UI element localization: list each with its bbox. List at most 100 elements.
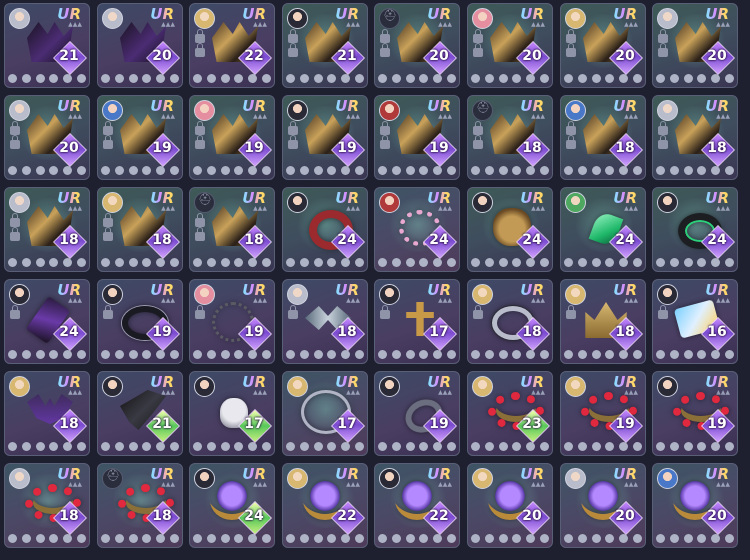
equipment-card[interactable]: UR ▲▲▲ 19	[560, 371, 646, 456]
equipment-card[interactable]: UR ▲▲▲ 19	[374, 371, 460, 456]
equipped-character-avatar	[657, 284, 678, 305]
lock-icon[interactable]	[288, 29, 298, 43]
lock-icon[interactable]	[473, 121, 483, 135]
equipment-card[interactable]: UR ▲▲▲ 22	[189, 3, 275, 88]
lock-icon[interactable]	[473, 43, 483, 57]
equipment-card[interactable]: UR▲▲▲18	[4, 371, 90, 456]
equipment-card[interactable]: UR▲▲▲ 20	[652, 3, 738, 88]
lock-icon[interactable]	[195, 305, 205, 319]
equipment-card[interactable]: UR▲▲▲18	[97, 187, 183, 272]
lock-icon[interactable]	[103, 213, 113, 227]
lock-icon[interactable]	[288, 305, 298, 319]
lock-icon[interactable]	[10, 213, 20, 227]
equipment-card[interactable]: UR▲▲▲18	[467, 95, 553, 180]
lock-icon[interactable]	[658, 305, 668, 319]
lock-icon[interactable]	[566, 135, 576, 149]
lock-icon[interactable]	[658, 43, 668, 57]
substat-icon	[512, 442, 522, 451]
lock-icon[interactable]	[658, 121, 668, 135]
equipment-card[interactable]: UR▲▲▲ 20	[374, 3, 460, 88]
equipment-card[interactable]: UR▲▲▲18	[560, 279, 646, 364]
star-rating: ▲▲▲	[716, 113, 730, 120]
lock-icon[interactable]	[195, 29, 205, 43]
lock-icon[interactable]	[103, 227, 113, 241]
equipment-card[interactable]: UR▲▲▲ 20	[97, 3, 183, 88]
equipment-card[interactable]: UR ▲▲▲ 17	[189, 371, 275, 456]
equipment-card[interactable]: UR ▲▲▲ 21	[97, 371, 183, 456]
equipment-card[interactable]: UR ▲▲▲ 19	[374, 95, 460, 180]
equipment-card[interactable]: UR ▲▲▲ 17	[282, 371, 368, 456]
lock-icon[interactable]	[566, 305, 576, 319]
equipment-card[interactable]: UR ▲▲▲ 24	[467, 187, 553, 272]
lock-icon[interactable]	[380, 135, 390, 149]
equipment-card[interactable]: UR ▲▲▲ 16	[652, 279, 738, 364]
lock-icon[interactable]	[658, 135, 668, 149]
lock-icon[interactable]	[473, 305, 483, 319]
equipment-card[interactable]: UR▲▲▲ 20	[467, 463, 553, 548]
equipment-card[interactable]: UR ▲▲▲ 19	[189, 279, 275, 364]
equipment-card[interactable]: UR▲▲▲ 20	[560, 3, 646, 88]
equipment-card[interactable]: UR▲▲▲ 20	[467, 3, 553, 88]
lock-icon[interactable]	[380, 43, 390, 57]
equipment-card[interactable]: UR ▲▲▲ 19	[652, 371, 738, 456]
lock-icon[interactable]	[103, 305, 113, 319]
equipment-card[interactable]: UR ▲▲▲ 19	[97, 95, 183, 180]
equipment-card[interactable]: UR ▲▲▲ 22	[282, 463, 368, 548]
equipment-card[interactable]: UR ▲▲▲ 24	[189, 463, 275, 548]
substat-icon	[8, 442, 17, 451]
equipment-card[interactable]: UR▲▲▲18	[560, 95, 646, 180]
lock-icon[interactable]	[195, 135, 205, 149]
lock-icon[interactable]	[566, 121, 576, 135]
equipment-card[interactable]: UR ▲▲▲ 19	[189, 95, 275, 180]
lock-icon[interactable]	[195, 213, 205, 227]
equipment-card[interactable]: UR ▲▲▲ 19	[282, 95, 368, 180]
equipment-card[interactable]: UR ▲▲▲ 24	[4, 279, 90, 364]
lock-icon[interactable]	[473, 135, 483, 149]
lock-icon[interactable]	[10, 227, 20, 241]
lock-icon[interactable]	[195, 227, 205, 241]
lock-icon[interactable]	[380, 121, 390, 135]
lock-icon[interactable]	[288, 121, 298, 135]
lock-icon[interactable]	[288, 135, 298, 149]
substat-icon	[446, 350, 456, 359]
equipment-card[interactable]: UR ▲▲▲ 23	[467, 371, 553, 456]
equipment-card[interactable]: UR ▲▲▲ 21	[282, 3, 368, 88]
rarity-label: UR	[613, 373, 637, 391]
equipment-card[interactable]: UR▲▲▲18	[652, 95, 738, 180]
substat-icon	[405, 258, 415, 267]
lock-icon[interactable]	[10, 305, 20, 319]
lock-icon[interactable]	[288, 43, 298, 57]
lock-icon[interactable]	[195, 43, 205, 57]
equipment-card[interactable]: UR▲▲▲18	[4, 463, 90, 548]
substat-icon	[433, 74, 443, 83]
equipment-card[interactable]: UR ▲▲▲ 24	[282, 187, 368, 272]
equipment-card[interactable]: UR ▲▲▲ 22	[374, 463, 460, 548]
lock-icon[interactable]	[380, 305, 390, 319]
equipment-card[interactable]: UR ▲▲▲ 24	[652, 187, 738, 272]
equipment-card[interactable]: UR▲▲▲18	[467, 279, 553, 364]
lock-icon[interactable]	[10, 121, 20, 135]
equipment-card[interactable]: UR ▲▲▲ 21	[4, 3, 90, 88]
lock-icon[interactable]	[566, 29, 576, 43]
equipment-card[interactable]: UR▲▲▲18	[282, 279, 368, 364]
lock-icon[interactable]	[473, 29, 483, 43]
lock-icon[interactable]	[10, 135, 20, 149]
lock-icon[interactable]	[103, 121, 113, 135]
equipment-card[interactable]: UR▲▲▲18	[97, 463, 183, 548]
equipment-card[interactable]: UR▲▲▲18	[4, 187, 90, 272]
equipment-card[interactable]: UR▲▲▲ 20	[560, 463, 646, 548]
equipment-card[interactable]: UR▲▲▲ 20	[4, 95, 90, 180]
equipment-card[interactable]: UR ▲▲▲ 24	[374, 187, 460, 272]
equipment-card[interactable]: UR ▲▲▲ 24	[560, 187, 646, 272]
lock-icon[interactable]	[658, 29, 668, 43]
lock-icon[interactable]	[566, 43, 576, 57]
equipment-card[interactable]: UR ▲▲▲ 17	[374, 279, 460, 364]
lock-icon[interactable]	[103, 135, 113, 149]
substat-icon	[354, 166, 364, 175]
equipment-card[interactable]: UR▲▲▲ 20	[652, 463, 738, 548]
lock-icon[interactable]	[380, 29, 390, 43]
lock-icon[interactable]	[195, 121, 205, 135]
equipment-card[interactable]: UR ▲▲▲ 19	[97, 279, 183, 364]
equipment-card[interactable]: UR▲▲▲18	[189, 187, 275, 272]
equipped-character-avatar	[102, 376, 123, 397]
